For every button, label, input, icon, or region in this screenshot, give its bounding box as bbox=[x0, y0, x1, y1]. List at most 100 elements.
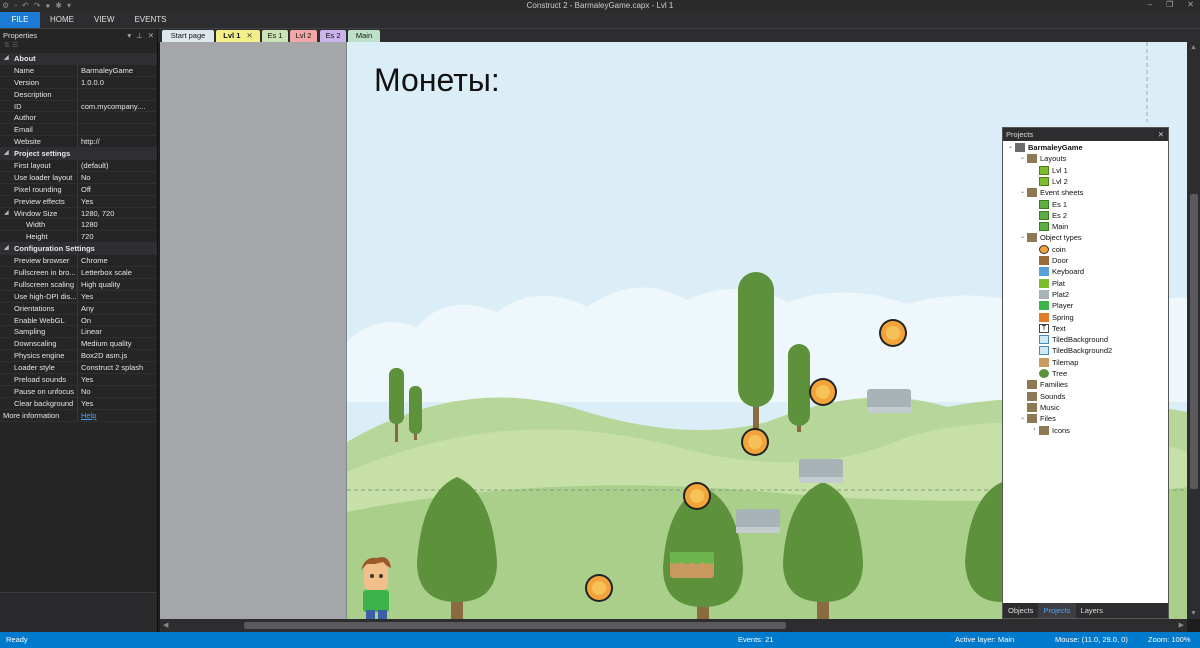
property-value[interactable]: Medium quality bbox=[78, 338, 157, 349]
chevron-down-icon[interactable]: ⌄ bbox=[1018, 187, 1027, 198]
property-row[interactable]: Height 720 bbox=[0, 231, 157, 244]
tab-main[interactable]: Main bbox=[348, 30, 380, 42]
expand-icon[interactable]: ◢ bbox=[4, 208, 9, 219]
property-value[interactable]: Linear bbox=[78, 326, 157, 337]
property-value[interactable]: Yes bbox=[78, 196, 157, 207]
property-row[interactable]: Name BarmaleyGame bbox=[0, 64, 157, 77]
property-row[interactable]: ID com.mycompany.... bbox=[0, 100, 157, 113]
tree-item[interactable]: Door bbox=[1030, 255, 1068, 266]
property-row[interactable]: Sampling Linear bbox=[0, 326, 157, 339]
horizontal-scrollbar[interactable]: ◀ ▶ bbox=[160, 619, 1187, 632]
tree-item[interactable]: ⌄ Event sheets bbox=[1018, 187, 1083, 198]
property-row[interactable]: Pixel rounding Off bbox=[0, 183, 157, 196]
tree-item[interactable]: ⌄ Object types bbox=[1018, 232, 1082, 243]
coin-sprite[interactable] bbox=[879, 319, 907, 347]
property-row[interactable]: Clear background Yes bbox=[0, 397, 157, 410]
chevron-down-icon[interactable]: ⌄ bbox=[1018, 413, 1027, 424]
chevron-down-icon[interactable]: ⌄ bbox=[1018, 153, 1027, 164]
horizontal-scroll-thumb[interactable] bbox=[244, 622, 786, 629]
tree-item[interactable]: ⌄ Layouts bbox=[1018, 153, 1066, 164]
tree-item[interactable]: Main bbox=[1030, 221, 1068, 232]
coin-sprite[interactable] bbox=[741, 428, 769, 456]
coins-text[interactable]: Монеты: bbox=[374, 62, 500, 99]
property-row[interactable]: Loader style Construct 2 splash bbox=[0, 362, 157, 375]
property-value[interactable]: 720 bbox=[78, 231, 157, 242]
sort-icon[interactable]: ⇅ bbox=[4, 42, 10, 49]
ribbon-tab-home[interactable]: HOME bbox=[40, 12, 84, 28]
tree-item[interactable]: Plat2 bbox=[1030, 289, 1069, 300]
help-link[interactable]: Help bbox=[78, 410, 157, 421]
tree-item[interactable]: ⌄ BarmaleyGame bbox=[1006, 142, 1083, 153]
restore-icon[interactable]: ❐ bbox=[1166, 0, 1173, 9]
tree-item[interactable]: Tree bbox=[1030, 368, 1067, 379]
tab-objects[interactable]: Objects bbox=[1003, 603, 1038, 618]
property-value[interactable]: com.mycompany.... bbox=[78, 101, 157, 112]
tree-item[interactable]: Sounds bbox=[1018, 391, 1065, 402]
property-value[interactable]: High quality bbox=[78, 279, 157, 290]
property-row[interactable]: Orientations Any bbox=[0, 302, 157, 315]
property-row[interactable]: Email bbox=[0, 124, 157, 137]
tab-lvl-2[interactable]: Lvl 2 bbox=[290, 30, 317, 42]
property-value[interactable]: Yes bbox=[78, 374, 157, 385]
categorize-icon[interactable]: ☰ bbox=[12, 42, 18, 49]
scroll-down-icon[interactable]: ▼ bbox=[1190, 610, 1197, 617]
tree-item[interactable]: Lvl 2 bbox=[1030, 176, 1068, 187]
property-value[interactable]: 1280 bbox=[78, 219, 157, 230]
property-row[interactable]: First layout (default) bbox=[0, 160, 157, 172]
tab-start-page[interactable]: Start page bbox=[162, 30, 214, 42]
property-value[interactable] bbox=[78, 89, 157, 100]
property-value[interactable]: On bbox=[78, 315, 157, 326]
expand-icon[interactable]: ◢ bbox=[4, 243, 9, 254]
panel-menu-icon[interactable]: ▾ bbox=[127, 31, 131, 40]
property-row[interactable]: Website http:// bbox=[0, 136, 157, 149]
tree-item[interactable]: Keyboard bbox=[1030, 266, 1084, 277]
scroll-right-icon[interactable]: ▶ bbox=[1179, 621, 1184, 629]
property-row[interactable]: Width 1280 bbox=[0, 219, 157, 232]
ribbon-tab-view[interactable]: VIEW bbox=[84, 12, 124, 28]
expand-icon[interactable]: ◢ bbox=[4, 53, 9, 64]
tree-item[interactable]: Families bbox=[1018, 379, 1068, 390]
tree-item[interactable]: TiledBackground bbox=[1030, 334, 1108, 345]
tree-item[interactable]: Plat bbox=[1030, 278, 1065, 289]
property-value[interactable]: Construct 2 splash bbox=[78, 362, 157, 373]
scroll-left-icon[interactable]: ◀ bbox=[163, 621, 168, 629]
property-row[interactable]: Enable WebGL On bbox=[0, 314, 157, 327]
chevron-right-icon[interactable]: › bbox=[1030, 425, 1039, 436]
expand-icon[interactable]: ◢ bbox=[4, 148, 9, 159]
tab-projects[interactable]: Projects bbox=[1038, 603, 1076, 618]
property-value[interactable]: Yes bbox=[78, 291, 157, 302]
property-row[interactable]: Downscaling Medium quality bbox=[0, 338, 157, 351]
property-row[interactable]: Version 1.0.0.0 bbox=[0, 76, 157, 89]
property-value[interactable]: No bbox=[78, 172, 157, 183]
close-panel-icon[interactable]: ✕ bbox=[148, 31, 154, 40]
tree-item[interactable]: Spring bbox=[1030, 312, 1074, 323]
pin-icon[interactable]: ⊥ bbox=[136, 31, 143, 40]
property-value[interactable]: Letterbox scale bbox=[78, 267, 157, 278]
property-section[interactable]: ◢ Project settings bbox=[0, 148, 157, 161]
property-value[interactable]: Chrome bbox=[78, 255, 157, 266]
tree-item[interactable]: coin bbox=[1030, 244, 1066, 255]
property-value[interactable] bbox=[78, 124, 157, 135]
property-section[interactable]: ◢ Configuration Settings bbox=[0, 243, 157, 256]
ribbon-tab-file[interactable]: FILE bbox=[0, 12, 40, 28]
tree-item[interactable]: TiledBackground2 bbox=[1030, 345, 1112, 356]
property-value[interactable]: 1280, 720 bbox=[78, 208, 157, 219]
property-row[interactable]: Fullscreen in bro... Letterbox scale bbox=[0, 267, 157, 279]
tree-item[interactable]: Tilemap bbox=[1030, 357, 1078, 368]
tab-es-2[interactable]: Es 2 bbox=[320, 30, 346, 42]
close-window-icon[interactable]: ✕ bbox=[1187, 0, 1194, 9]
coin-sprite[interactable] bbox=[585, 574, 613, 602]
vertical-scroll-thumb[interactable] bbox=[1190, 194, 1198, 489]
tab-lvl-1[interactable]: Lvl 1 ✕ bbox=[216, 30, 260, 42]
property-value[interactable] bbox=[78, 112, 157, 123]
property-row[interactable]: Pause on unfocus No bbox=[0, 385, 157, 398]
tree-item[interactable]: Music bbox=[1018, 402, 1060, 413]
property-value[interactable]: http:// bbox=[78, 136, 157, 147]
tree-item[interactable]: Player bbox=[1030, 300, 1073, 311]
tree-item[interactable]: › Icons bbox=[1030, 425, 1070, 436]
property-value[interactable]: BarmaleyGame bbox=[78, 65, 157, 76]
property-row[interactable]: Fullscreen scaling High quality bbox=[0, 278, 157, 291]
tree-item[interactable]: Es 2 bbox=[1030, 210, 1067, 221]
tree-item[interactable]: Lvl 1 bbox=[1030, 165, 1068, 176]
chevron-down-icon[interactable]: ⌄ bbox=[1006, 142, 1015, 153]
